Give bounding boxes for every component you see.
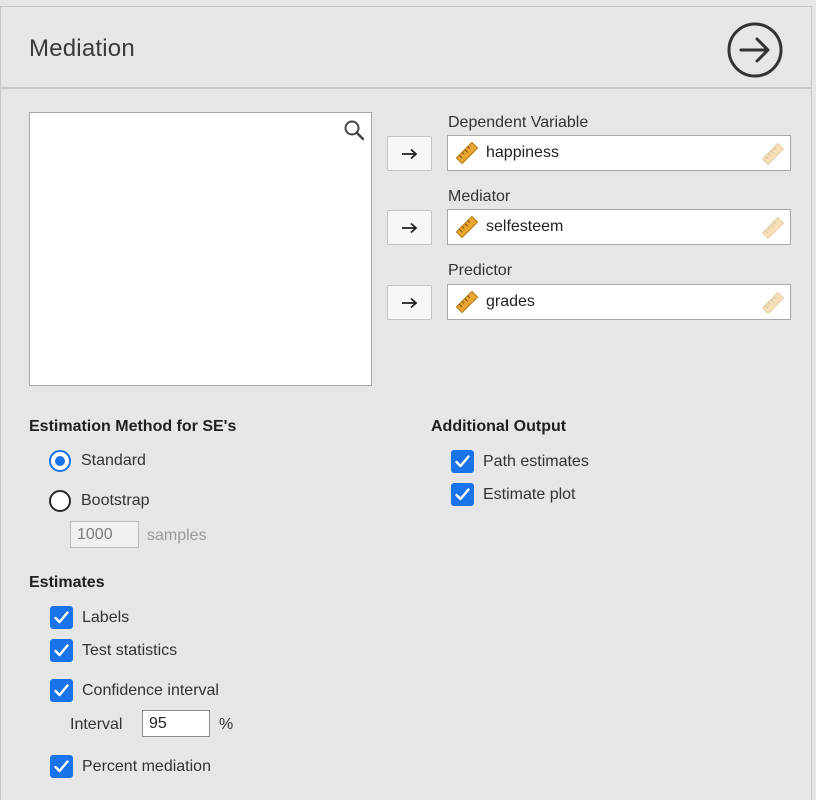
- search-icon[interactable]: [343, 119, 365, 141]
- ruler-icon: [456, 142, 478, 164]
- mediator-field[interactable]: selfesteem: [447, 209, 791, 245]
- page-title: Mediation: [29, 35, 135, 62]
- arrow-right-icon: [401, 297, 417, 308]
- samples-label: samples: [147, 527, 207, 544]
- labels-label: Labels: [82, 608, 130, 626]
- dependent-variable-label: Dependent Variable: [448, 114, 589, 131]
- predictor-label: Predictor: [448, 262, 513, 279]
- confidence-interval-checkbox[interactable]: [50, 679, 73, 702]
- confidence-interval-label: Confidence interval: [82, 681, 219, 699]
- bootstrap-label: Bootstrap: [81, 492, 150, 509]
- confidence-interval-option[interactable]: Confidence interval: [50, 679, 219, 702]
- ruler-icon: [762, 292, 784, 314]
- arrow-right-icon: [401, 222, 417, 233]
- mediator-value: selfesteem: [486, 218, 564, 235]
- estimate-plot-option[interactable]: Estimate plot: [451, 483, 575, 506]
- bootstrap-radio[interactable]: [49, 490, 71, 512]
- dependent-variable-value: happiness: [486, 144, 559, 161]
- ruler-icon: [762, 217, 784, 239]
- move-predictor-button[interactable]: [387, 285, 432, 320]
- variable-list[interactable]: [29, 112, 372, 386]
- estimate-plot-label: Estimate plot: [483, 485, 576, 503]
- checkmark-icon: [54, 611, 69, 624]
- ruler-icon: [456, 291, 478, 313]
- standard-label: Standard: [81, 452, 146, 469]
- interval-input[interactable]: [142, 710, 210, 737]
- path-estimates-option[interactable]: Path estimates: [451, 450, 589, 473]
- standard-radio[interactable]: [49, 450, 71, 472]
- move-mediator-button[interactable]: [387, 210, 432, 245]
- run-arrow-icon[interactable]: [726, 21, 784, 79]
- move-dependent-button[interactable]: [387, 136, 432, 171]
- predictor-value: grades: [486, 293, 535, 310]
- arrow-right-icon: [401, 148, 417, 159]
- path-estimates-checkbox[interactable]: [451, 450, 474, 473]
- percent-mediation-label: Percent mediation: [82, 757, 211, 775]
- interval-label: Interval: [70, 716, 123, 733]
- test-statistics-checkbox[interactable]: [50, 639, 73, 662]
- additional-output-heading: Additional Output: [431, 418, 567, 435]
- test-statistics-option[interactable]: Test statistics: [50, 639, 177, 662]
- labels-checkbox[interactable]: [50, 606, 73, 629]
- checkmark-icon: [54, 644, 69, 657]
- standard-option[interactable]: Standard: [49, 450, 146, 472]
- ruler-icon: [762, 143, 784, 165]
- estimate-plot-checkbox[interactable]: [451, 483, 474, 506]
- checkmark-icon: [54, 760, 69, 773]
- ruler-icon: [456, 216, 478, 238]
- interval-unit: %: [219, 716, 234, 733]
- test-statistics-label: Test statistics: [82, 641, 178, 659]
- checkmark-icon: [455, 455, 470, 468]
- labels-option[interactable]: Labels: [50, 606, 129, 629]
- predictor-field[interactable]: grades: [447, 284, 791, 320]
- percent-mediation-option[interactable]: Percent mediation: [50, 755, 211, 778]
- path-estimates-label: Path estimates: [483, 452, 589, 470]
- samples-input[interactable]: [70, 521, 139, 548]
- dependent-variable-field[interactable]: happiness: [447, 135, 791, 171]
- estimates-heading: Estimates: [29, 574, 105, 591]
- mediator-label: Mediator: [448, 188, 511, 205]
- checkmark-icon: [54, 684, 69, 697]
- estimation-method-heading: Estimation Method for SE's: [29, 418, 237, 435]
- checkmark-icon: [455, 488, 470, 501]
- title-divider: [0, 87, 812, 89]
- bootstrap-option[interactable]: Bootstrap: [49, 490, 149, 512]
- percent-mediation-checkbox[interactable]: [50, 755, 73, 778]
